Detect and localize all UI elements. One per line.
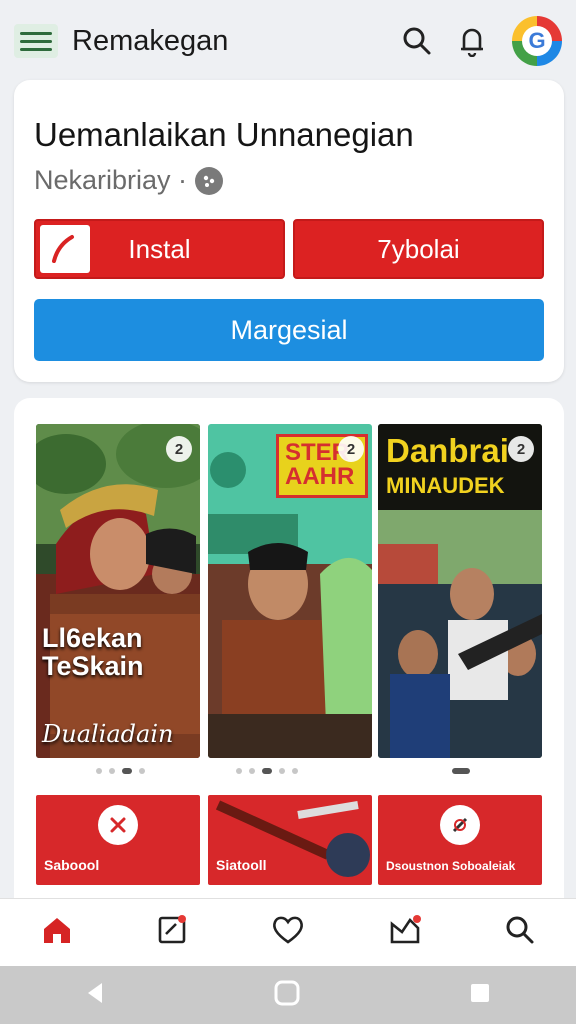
search-nav-icon[interactable] xyxy=(505,915,535,950)
system-navigation-bar xyxy=(0,966,576,1024)
top-app-bar: Remakegan G xyxy=(0,0,576,82)
primary-blue-button[interactable]: Margesial xyxy=(34,299,544,361)
google-logo-icon: G xyxy=(522,26,552,56)
primary-blue-label: Margesial xyxy=(230,314,348,345)
photo-2-pager xyxy=(236,766,298,776)
block-icon xyxy=(440,805,480,845)
photo-3-pager xyxy=(452,766,470,776)
install-label: Instal xyxy=(128,233,191,264)
promo-card-3[interactable]: Dsoustnon Soboaleiak xyxy=(378,795,542,885)
screenshot-gallery: 2 Ll6ekanTeSkain Dualiadain STERAAHR 2 xyxy=(14,398,564,898)
home-icon[interactable] xyxy=(41,915,73,950)
promo-2-text: Siatooll xyxy=(216,857,267,873)
photo-3-subtitle: MINAUDEK xyxy=(386,473,505,498)
back-icon[interactable] xyxy=(84,981,106,1010)
photo-1-pager xyxy=(96,766,145,776)
promo-3-text: Dsoustnon Soboaleiak xyxy=(386,859,516,873)
menu-icon[interactable] xyxy=(14,24,58,58)
close-icon xyxy=(98,805,138,845)
secondary-label: 7ybolai xyxy=(377,233,460,264)
photo-1-script: Dualiadain xyxy=(42,720,174,748)
account-avatar[interactable]: G xyxy=(512,16,562,66)
developer-badge-icon xyxy=(195,166,224,195)
search-icon[interactable] xyxy=(402,26,432,56)
home-button-icon[interactable] xyxy=(273,979,301,1012)
secondary-button[interactable]: 7ybolai xyxy=(293,219,544,279)
app-developer: Nekaribriay · xyxy=(34,165,224,196)
chart-icon[interactable] xyxy=(388,914,422,951)
notification-bell-icon[interactable] xyxy=(458,25,486,57)
photo-2-badge: 2 xyxy=(338,436,364,462)
install-button[interactable]: Instal xyxy=(34,219,285,279)
promo-1-text: Saboool xyxy=(44,857,100,873)
developer-label: Nekaribriay · xyxy=(34,165,188,195)
app-title: Remakegan xyxy=(72,24,229,57)
edit-icon[interactable] xyxy=(156,914,188,951)
photo-3-badge: 2 xyxy=(508,436,534,462)
gallery-photo-1[interactable]: 2 Ll6ekan TeSkain Dualiadain xyxy=(36,424,200,758)
recents-icon[interactable] xyxy=(468,981,492,1010)
app-info-card: Uemanlaikan Unnanegian Nekaribriay · Ins… xyxy=(14,80,564,382)
app-logo-icon xyxy=(40,225,90,273)
photo-1-headline: Ll6ekan TeSkain xyxy=(42,623,144,682)
favorite-icon[interactable] xyxy=(271,915,305,950)
app-name: Uemanlaikan Unnanegian xyxy=(34,116,414,153)
gallery-photo-2[interactable]: STER AAHR 2 xyxy=(208,424,372,758)
photo-1-badge: 2 xyxy=(166,436,192,462)
bottom-navigation xyxy=(0,898,576,966)
promo-card-1[interactable]: Saboool xyxy=(36,795,200,885)
gallery-photo-3[interactable]: Danbrai MINAUDEK 2 xyxy=(378,424,542,758)
photo-1-image xyxy=(36,424,200,758)
promo-card-2[interactable]: Siatooll xyxy=(208,795,372,885)
